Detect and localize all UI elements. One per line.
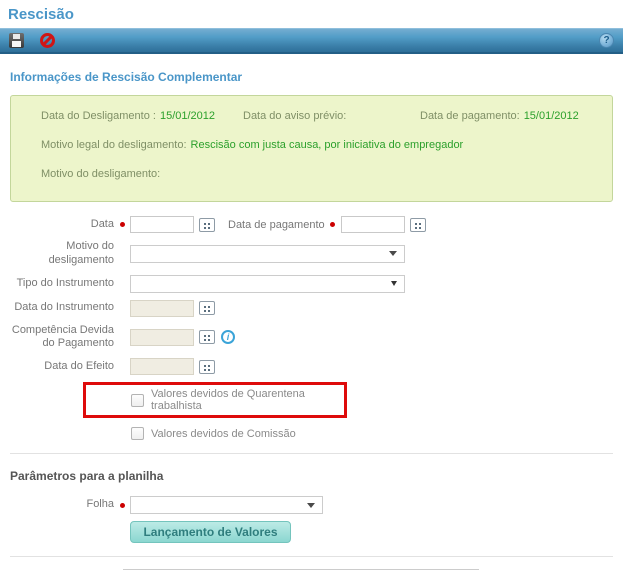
page-title: Rescisão <box>0 0 623 28</box>
section-heading: Informações de Rescisão Complementar <box>10 70 623 84</box>
chevron-down-icon <box>389 251 397 256</box>
data-pagamento-required-slot <box>325 222 341 227</box>
row-tipo-instrumento: Tipo do Instrumento <box>0 275 623 293</box>
summary-line-motivo: Motivo do desligamento: <box>41 168 602 180</box>
row-motivo-desligamento: Motivo do desligamento <box>0 240 623 268</box>
divider <box>10 556 613 557</box>
summary-box: Data do Desligamento : 15/01/2012 Data do… <box>10 95 613 202</box>
data-instrumento-input <box>130 300 194 317</box>
calendar-icon[interactable] <box>199 301 215 315</box>
rescisao-page: Rescisão ? Informações de Rescisão Compl… <box>0 0 623 570</box>
data-required-slot <box>114 222 130 227</box>
summary-line-motivo-legal: Motivo legal do desligamento: Rescisão co… <box>41 139 602 151</box>
row-competencia-pagamento: Competência Devida do Pagamento i <box>0 324 623 352</box>
quarentena-checkbox-label: Valores devidos de Quarentena trabalhist… <box>151 388 344 412</box>
summary-line-dates: Data do Desligamento : 15/01/2012 Data do… <box>41 110 602 122</box>
motivo-desligamento-dropdown[interactable] <box>130 245 405 263</box>
calendar-icon[interactable] <box>410 218 426 232</box>
aviso-previo-label: Data do aviso prévio: <box>243 110 346 122</box>
save-icon[interactable] <box>9 33 24 48</box>
data-input[interactable] <box>130 216 194 233</box>
data-pagamento-input[interactable] <box>341 216 405 233</box>
data-pagamento-label: Data de pagamento <box>228 219 325 231</box>
calendar-icon[interactable] <box>199 330 215 344</box>
data-label: Data <box>0 218 114 232</box>
toolbar: ? <box>0 28 623 54</box>
motivo-desligamento-label: Motivo do desligamento <box>0 240 114 268</box>
summary-pagamento: Data de pagamento: 15/01/2012 <box>420 110 579 122</box>
row-folha: Folha <box>0 496 623 514</box>
divider <box>10 453 613 454</box>
required-dot-icon <box>120 503 125 508</box>
summary-aviso-previo: Data do aviso prévio: <box>243 110 420 122</box>
pagamento-value: 15/01/2012 <box>524 110 579 122</box>
data-efeito-label: Data do Efeito <box>0 360 114 374</box>
comissao-checkbox[interactable] <box>131 427 144 440</box>
desligamento-value: 15/01/2012 <box>160 110 215 122</box>
lancamento-valores-button[interactable]: Lançamento de Valores <box>130 521 291 543</box>
folha-dropdown[interactable] <box>130 496 323 514</box>
help-icon[interactable]: ? <box>599 33 614 48</box>
quarentena-highlight-box: Valores devidos de Quarentena trabalhist… <box>83 382 347 418</box>
motivo-label: Motivo do desligamento: <box>41 168 160 180</box>
row-data-efeito: Data do Efeito <box>0 358 623 375</box>
row-data: Data Data de pagamento <box>0 216 623 233</box>
folha-label: Folha <box>0 498 114 512</box>
chevron-down-icon <box>391 281 397 286</box>
required-dot-icon <box>330 222 335 227</box>
data-instrumento-label: Data do Instrumento <box>0 301 114 315</box>
calendar-icon[interactable] <box>199 218 215 232</box>
quarentena-checkbox[interactable] <box>131 394 144 407</box>
calendar-icon[interactable] <box>199 360 215 374</box>
cancel-block-icon[interactable] <box>40 33 55 48</box>
competencia-pagamento-label: Competência Devida do Pagamento <box>0 324 114 352</box>
row-comissao: Valores devidos de Comissão <box>131 427 623 440</box>
pagamento-label: Data de pagamento: <box>420 110 520 122</box>
summary-desligamento: Data do Desligamento : 15/01/2012 <box>41 110 243 122</box>
parametros-heading: Parâmetros para a planilha <box>10 469 623 483</box>
folha-required-slot <box>114 503 130 508</box>
tipo-instrumento-select[interactable] <box>130 275 405 293</box>
tipo-instrumento-label: Tipo do Instrumento <box>0 277 114 291</box>
data-efeito-input <box>130 358 194 375</box>
chevron-down-icon <box>307 503 315 508</box>
desligamento-label: Data do Desligamento : <box>41 110 156 122</box>
row-data-instrumento: Data do Instrumento <box>0 300 623 317</box>
rescisao-form: Data Data de pagamento Motivo do desliga… <box>0 216 623 440</box>
motivo-legal-value: Rescisão com justa causa, por iniciativa… <box>191 139 464 151</box>
comissao-checkbox-label: Valores devidos de Comissão <box>151 428 296 440</box>
info-icon[interactable]: i <box>221 330 235 344</box>
motivo-legal-label: Motivo legal do desligamento: <box>41 139 187 151</box>
competencia-pagamento-input <box>130 329 194 346</box>
required-dot-icon <box>120 222 125 227</box>
